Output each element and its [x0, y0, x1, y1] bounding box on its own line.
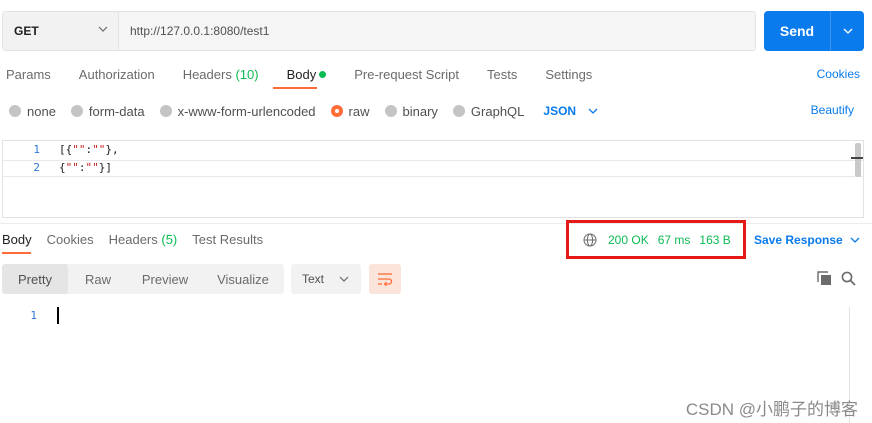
tab-settings[interactable]: Settings [545, 67, 592, 87]
code-token: { [59, 161, 66, 174]
response-format-label: Text [302, 272, 325, 286]
active-tab-underline [273, 87, 317, 89]
editor-line-current: 2 {"":""}] [3, 160, 863, 177]
request-body-editor[interactable]: 1 [{"":""}, 2 {"":""}] [2, 140, 864, 218]
body-type-selector: none form-data x-www-form-urlencoded raw… [9, 103, 598, 119]
text-cursor [57, 307, 59, 324]
raw-format-label: JSON [543, 104, 577, 118]
editor-line: 1 [{"":""}, [3, 143, 863, 160]
tab-params[interactable]: Params [6, 67, 51, 87]
send-options-button[interactable] [831, 11, 864, 51]
tab-headers-count: (10) [235, 67, 259, 82]
radio-none[interactable]: none [9, 104, 56, 119]
wrap-lines-button[interactable] [369, 264, 401, 294]
chevron-down-icon [850, 237, 860, 243]
send-button[interactable]: Send [764, 11, 864, 51]
radio-circle [9, 105, 21, 117]
response-view-segmented: Pretty Raw Preview Visualize [2, 264, 284, 294]
code-string: "" [92, 143, 106, 156]
request-url-bar: GET http://127.0.0.1:8080/test1 [2, 11, 756, 51]
radio-circle [384, 105, 397, 117]
line-code: [{"":""}, [59, 143, 119, 156]
res-tab-body[interactable]: Body [2, 232, 32, 247]
radio-circle [159, 105, 172, 117]
radio-urlencoded-label: x-www-form-urlencoded [177, 103, 316, 119]
search-icon[interactable] [841, 271, 856, 286]
save-response-button[interactable]: Save Response [754, 233, 861, 247]
chevron-down-icon [339, 276, 349, 282]
view-visualize[interactable]: Visualize [202, 264, 284, 294]
radio-raw[interactable]: raw [330, 103, 370, 119]
response-time[interactable]: 67 ms [658, 233, 691, 247]
line-number: 1 [30, 309, 37, 322]
chevron-down-icon [843, 28, 852, 34]
tab-body[interactable]: Body [287, 67, 327, 87]
view-raw[interactable]: Raw [68, 264, 128, 294]
res-active-tab-underline [2, 252, 31, 254]
save-response-label: Save Response [754, 233, 843, 247]
radio-circle-selected [330, 105, 343, 117]
method-label: GET [14, 24, 39, 38]
tab-body-label: Body [286, 67, 317, 82]
cookies-link[interactable]: Cookies [817, 67, 860, 81]
response-size[interactable]: 163 B [699, 233, 730, 247]
response-tabs: Body Cookies Headers (5) Test Results [2, 232, 278, 247]
method-select[interactable]: GET [3, 12, 119, 50]
globe-icon[interactable] [583, 233, 597, 247]
code-string: "" [65, 161, 79, 174]
radio-urlencoded[interactable]: x-www-form-urlencoded [159, 103, 316, 119]
radio-form-data-label: form-data [88, 103, 145, 119]
code-token: : [78, 161, 86, 174]
line-number: 2 [33, 161, 40, 174]
response-status-highlight: 200 OK 67 ms 163 B [566, 220, 746, 259]
radio-form-data[interactable]: form-data [70, 103, 145, 119]
radio-circle [70, 105, 83, 117]
radio-binary-label: binary [402, 103, 438, 119]
send-label: Send [779, 23, 815, 39]
url-input[interactable]: http://127.0.0.1:8080/test1 [119, 12, 755, 50]
line-number: 1 [33, 143, 40, 156]
editor-scroll-marker [851, 157, 863, 159]
tab-prerequest-script[interactable]: Pre-request Script [354, 67, 459, 87]
url-text: http://127.0.0.1:8080/test1 [130, 24, 270, 38]
res-tab-headers[interactable]: Headers (5) [109, 232, 178, 247]
radio-graphql[interactable]: GraphQL [452, 103, 525, 119]
beautify-link[interactable]: Beautify [811, 103, 854, 117]
line-code: {"":""}] [59, 161, 112, 174]
radio-circle [452, 105, 465, 117]
code-token: }] [98, 161, 112, 174]
tab-authorization[interactable]: Authorization [79, 67, 155, 87]
tab-headers-label: Headers [182, 67, 232, 82]
code-string: "" [72, 143, 86, 156]
res-tab-headers-label: Headers [108, 232, 158, 247]
tab-tests[interactable]: Tests [487, 67, 517, 87]
request-tabs: Params Authorization Headers (10) Body P… [6, 67, 620, 87]
tab-headers[interactable]: Headers (10) [183, 67, 259, 87]
chevron-down-icon [98, 26, 108, 32]
radio-none-label: none [27, 103, 56, 119]
chevron-down-icon [588, 108, 598, 114]
radio-raw-label: raw [348, 103, 370, 119]
radio-binary[interactable]: binary [384, 103, 438, 119]
view-preview[interactable]: Preview [128, 264, 202, 294]
code-token: [{ [59, 143, 73, 156]
wrap-lines-icon [378, 273, 393, 286]
view-pretty[interactable]: Pretty [2, 264, 68, 294]
status-code[interactable]: 200 OK [608, 233, 649, 247]
body-indicator-dot [319, 71, 327, 78]
radio-graphql-label: GraphQL [470, 103, 525, 119]
code-string: "" [85, 161, 99, 174]
res-tab-headers-count: (5) [161, 232, 178, 247]
res-tab-cookies[interactable]: Cookies [47, 232, 94, 247]
res-tab-test-results[interactable]: Test Results [192, 232, 263, 247]
copy-icon[interactable] [817, 271, 832, 286]
response-format-select[interactable]: Text [291, 264, 361, 294]
raw-format-select[interactable]: JSON [543, 104, 598, 118]
editor-scrollbar[interactable] [855, 143, 861, 177]
code-token: }, [105, 143, 119, 156]
watermark: CSDN @小鹏子的博客 [685, 400, 858, 419]
